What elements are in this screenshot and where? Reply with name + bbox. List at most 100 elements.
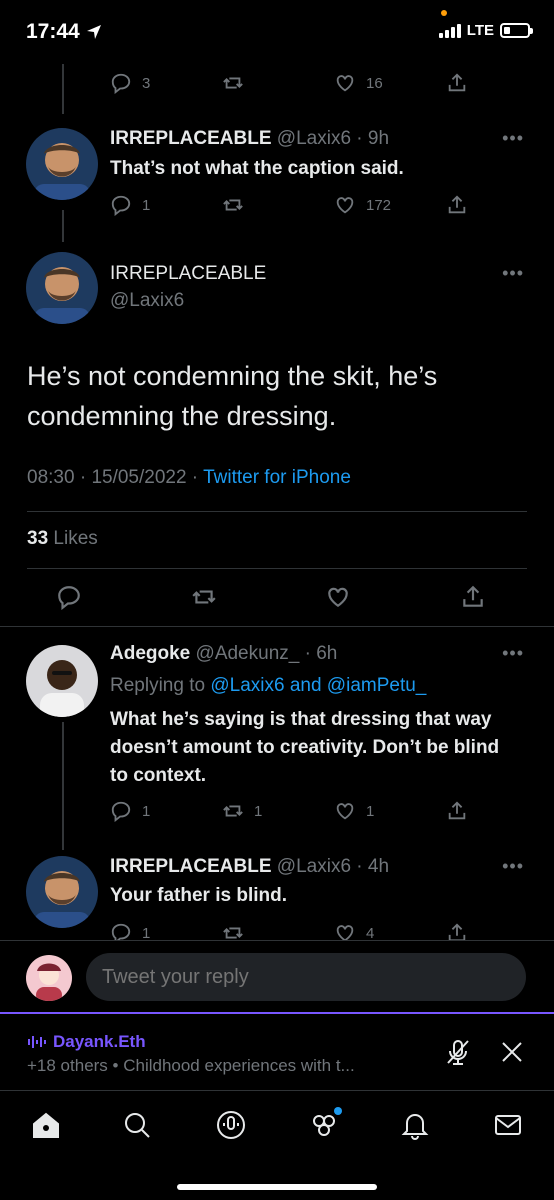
retweet-button[interactable]	[222, 72, 312, 94]
avatar[interactable]	[26, 252, 98, 324]
share-icon	[448, 195, 466, 214]
likes-count: 33	[27, 528, 49, 549]
reply-input[interactable]	[86, 953, 526, 1001]
user-handle[interactable]: @Laxix6	[277, 856, 351, 877]
user-handle[interactable]: @Laxix6	[277, 128, 351, 149]
bottom-tab-bar	[0, 1090, 554, 1200]
like-button[interactable]: 172	[334, 194, 424, 216]
share-icon	[448, 73, 466, 92]
tweet-meta: 08:30 · 15/05/2022 · Twitter for iPhone	[27, 467, 351, 488]
battery-icon	[500, 23, 533, 38]
share-icon[interactable]	[460, 584, 486, 610]
status-time: 17:44	[26, 20, 102, 44]
divider	[27, 511, 527, 512]
tweet-header: IRREPLACEABLE @Laxix6 · 4h	[110, 856, 389, 878]
share-icon	[448, 801, 466, 820]
likes-label: Likes	[53, 528, 98, 549]
like-button[interactable]: 1	[334, 800, 424, 822]
tab-spaces[interactable]	[215, 1109, 247, 1141]
reply-icon	[111, 73, 131, 94]
like-button[interactable]: 16	[334, 72, 424, 94]
reply-button[interactable]: 1	[110, 194, 200, 216]
home-icon	[33, 1112, 59, 1138]
share-button[interactable]	[446, 194, 470, 216]
like-count: 1	[366, 802, 375, 820]
display-name[interactable]: Adegoke	[110, 643, 190, 664]
close-spaces-button[interactable]	[496, 1036, 528, 1068]
spaces-bar[interactable]: Dayank.Eth +18 others • Childhood experi…	[0, 1012, 554, 1088]
audio-waveform-icon	[28, 1036, 46, 1048]
tweet-time: · 9h	[356, 128, 390, 149]
parent-tweet-actions: 3 16	[110, 72, 470, 94]
divider	[0, 626, 554, 627]
thread-line	[62, 722, 64, 850]
main-user-handle[interactable]: @Laxix6	[110, 290, 184, 312]
mic-muted-button[interactable]	[442, 1036, 474, 1068]
network-type: LTE	[466, 22, 494, 39]
reply-count: 3	[142, 74, 151, 92]
more-options-icon[interactable]: •••	[502, 643, 524, 664]
avatar[interactable]	[26, 856, 98, 928]
search-icon	[125, 1113, 150, 1138]
retweet-icon[interactable]	[191, 584, 217, 610]
avatar[interactable]	[26, 128, 98, 200]
reply-count: 1	[142, 196, 151, 214]
likes-summary[interactable]: 33 Likes	[27, 528, 98, 550]
tweet-source-link[interactable]: Twitter for iPhone	[203, 467, 351, 488]
tab-explore[interactable]	[121, 1109, 153, 1141]
heart-icon	[336, 803, 354, 820]
main-display-name[interactable]: IRREPLACEABLE	[110, 263, 266, 285]
clock: 17:44	[26, 20, 80, 43]
reply-count: 1	[142, 802, 151, 820]
retweet-button[interactable]	[222, 194, 312, 216]
avatar[interactable]	[26, 645, 98, 717]
spaces-title: Dayank.Eth	[27, 1032, 146, 1052]
more-options-icon[interactable]: •••	[502, 263, 524, 284]
tweet-text: That’s not what the caption said.	[110, 158, 404, 179]
tab-messages[interactable]	[492, 1109, 524, 1141]
tweet-date: 15/05/2022	[91, 467, 187, 488]
close-icon	[502, 1042, 522, 1062]
heart-icon[interactable]	[325, 584, 351, 610]
tweet-actions: 1 1 1	[110, 800, 470, 822]
notification-dot	[334, 1107, 342, 1115]
tab-home[interactable]	[30, 1109, 62, 1141]
tab-notifications[interactable]	[399, 1109, 431, 1141]
retweet-button[interactable]: 1	[222, 800, 312, 822]
tab-communities[interactable]	[308, 1107, 342, 1141]
more-options-icon[interactable]: •••	[502, 856, 524, 877]
tweet-text: What he’s saying is that dressing that w…	[110, 709, 500, 786]
my-avatar[interactable]	[26, 955, 72, 1001]
mic-off-icon	[447, 1040, 469, 1065]
tweet-time: 08:30	[27, 467, 75, 488]
spaces-host: Dayank.Eth	[53, 1032, 146, 1051]
mail-icon	[495, 1115, 521, 1135]
heart-icon	[336, 197, 354, 214]
more-options-icon[interactable]: •••	[502, 128, 524, 149]
replying-to-users[interactable]: @Laxix6 and @iamPetu_	[210, 675, 426, 696]
share-button[interactable]	[446, 72, 470, 94]
tweet-text: Your father is blind.	[110, 885, 287, 906]
share-button[interactable]	[446, 800, 470, 822]
spaces-subtitle: +18 others • Childhood experiences with …	[27, 1056, 355, 1075]
reply-icon	[111, 801, 131, 822]
display-name[interactable]: IRREPLACEABLE	[110, 128, 272, 149]
tweet-actions: 1 172	[110, 194, 470, 216]
reply-button[interactable]: 3	[110, 72, 200, 94]
reply-icon[interactable]	[56, 584, 82, 610]
replying-to: Replying to @Laxix6 and @iamPetu_	[110, 675, 426, 697]
heart-icon	[336, 75, 354, 92]
thread-line	[62, 210, 64, 242]
reply-button[interactable]: 1	[110, 800, 200, 822]
like-count: 172	[366, 196, 392, 214]
retweet-icon	[223, 805, 243, 817]
reply-icon	[111, 195, 131, 216]
user-handle[interactable]: @Adekunz_	[196, 643, 300, 664]
display-name[interactable]: IRREPLACEABLE	[110, 856, 272, 877]
thread-line	[62, 64, 64, 114]
divider	[27, 568, 527, 569]
tweet-header: Adegoke @Adekunz_ · 6h	[110, 643, 337, 665]
reply-count: 1	[142, 924, 151, 942]
spaces-icon	[217, 1111, 245, 1139]
tweet-header: IRREPLACEABLE @Laxix6 · 9h	[110, 128, 389, 150]
